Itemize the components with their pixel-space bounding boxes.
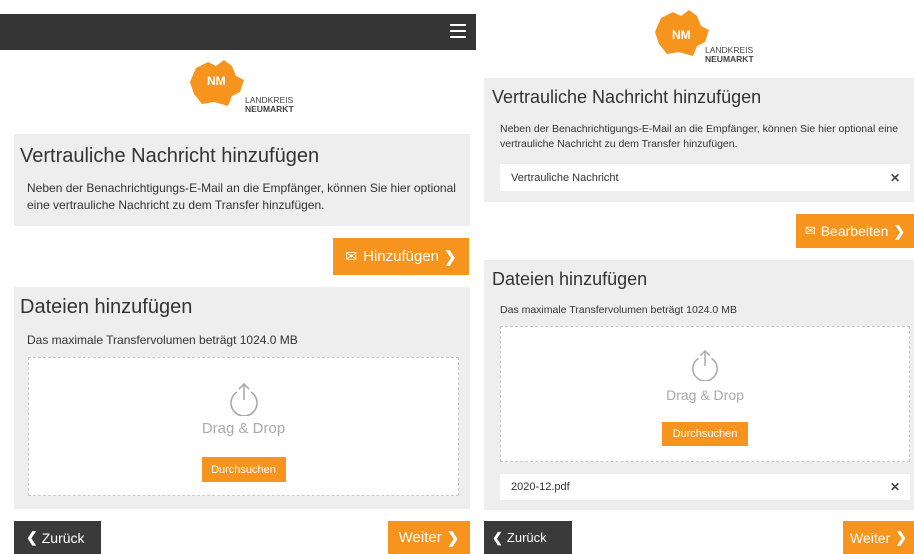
next-label: Weiter xyxy=(398,529,442,546)
upload-icon xyxy=(692,349,718,381)
message-title: Vertrauliche Nachricht hinzufügen xyxy=(20,145,320,167)
drop-zone[interactable]: Drag & Drop Durchsuchen xyxy=(28,357,459,496)
back-label: Zurück xyxy=(41,529,85,546)
back-button[interactable]: ❮ Zurück xyxy=(484,521,572,554)
files-section: Dateien hinzufügen Das maximale Transfer… xyxy=(484,260,914,510)
chevron-right-icon: ❯ xyxy=(893,222,906,239)
drag-drop-text: Drag & Drop xyxy=(666,387,744,403)
logo-line2: NEUMARKT xyxy=(705,54,754,64)
upload-icon xyxy=(229,382,258,416)
chevron-left-icon: ❮ xyxy=(492,529,503,545)
files-limit-text: Das maximale Transfervolumen beträgt 102… xyxy=(27,333,298,347)
message-title: Vertrauliche Nachricht hinzufügen xyxy=(492,87,762,107)
uploaded-file-name: 2020-12.pdf xyxy=(511,481,570,493)
next-label: Weiter xyxy=(850,529,891,546)
menu-icon[interactable] xyxy=(450,24,466,38)
files-title: Dateien hinzufügen xyxy=(20,296,193,318)
envelope-icon: ✉ xyxy=(345,248,358,264)
message-description: Neben der Benachrichtigungs-E-Mail an di… xyxy=(500,123,899,150)
drag-drop-text: Drag & Drop xyxy=(201,420,286,437)
remove-message-icon[interactable]: ✕ xyxy=(890,171,900,185)
back-label: Zurück xyxy=(506,530,547,545)
edit-message-button[interactable]: ✉ Bearbeiten ❯ xyxy=(796,214,914,248)
envelope-icon: ✉ xyxy=(804,223,816,238)
logo-line2: NEUMARKT xyxy=(245,104,294,114)
message-field-value: Vertrauliche Nachricht xyxy=(511,171,619,184)
message-section: Vertrauliche Nachricht hinzufügen Neben … xyxy=(484,78,914,202)
landkreis-logo: NM LANDKREIS NEUMARKT xyxy=(653,8,783,64)
chevron-left-icon: ❮ xyxy=(26,529,38,545)
files-title: Dateien hinzufügen xyxy=(492,269,648,289)
remove-file-icon[interactable]: ✕ xyxy=(890,480,900,494)
left-screen: NM LANDKREIS NEUMARKT Vertrauliche Nachr… xyxy=(0,0,476,554)
add-message-label: Hinzufügen xyxy=(363,248,440,265)
chevron-right-icon: ❯ xyxy=(446,529,460,547)
edit-message-label: Bearbeiten xyxy=(820,223,889,239)
back-button[interactable]: ❮ Zurück xyxy=(14,521,101,554)
right-screen: NM LANDKREIS NEUMARKT Vertrauliche Nachr… xyxy=(484,0,914,554)
next-button[interactable]: Weiter ❯ xyxy=(843,521,914,554)
browse-button[interactable]: Durchsuchen xyxy=(201,457,286,482)
logo-initials: NM xyxy=(207,74,226,88)
landkreis-logo: NM LANDKREIS NEUMARKT xyxy=(188,58,318,114)
next-button[interactable]: Weiter ❯ xyxy=(388,521,470,554)
browse-button[interactable]: Durchsuchen xyxy=(662,422,748,446)
drop-zone[interactable]: Drag & Drop Durchsuchen xyxy=(500,326,910,462)
message-section: Vertrauliche Nachricht hinzufügen Neben … xyxy=(14,134,470,226)
add-message-button[interactable]: ✉ Hinzufügen ❯ xyxy=(333,238,469,275)
chevron-right-icon: ❯ xyxy=(895,529,907,545)
logo-initials: NM xyxy=(672,28,691,42)
files-section: Dateien hinzufügen Das maximale Transfer… xyxy=(14,287,470,509)
top-bar xyxy=(0,14,476,50)
chevron-right-icon: ❯ xyxy=(444,248,457,266)
files-limit-text: Das maximale Transfervolumen beträgt 102… xyxy=(500,304,737,316)
message-field[interactable]: Vertrauliche Nachricht ✕ xyxy=(500,164,910,191)
uploaded-file-item[interactable]: 2020-12.pdf ✕ xyxy=(500,474,910,500)
message-description: Neben der Benachrichtigungs-E-Mail an di… xyxy=(27,181,456,212)
